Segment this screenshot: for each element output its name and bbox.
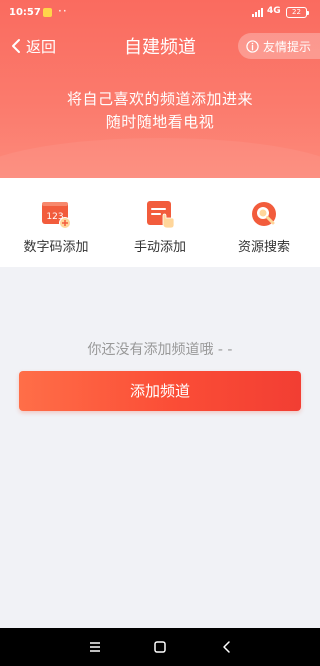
banner-line-1: 将自己喜欢的频道添加进来 xyxy=(66,90,253,108)
empty-state-message: 你还没有添加频道哦 - - xyxy=(87,342,233,358)
banner-line-2: 随时随地看电视 xyxy=(105,113,215,131)
manual-add-icon xyxy=(147,201,175,229)
add-channel-button[interactable]: 添加频道 xyxy=(19,371,301,411)
tips-label: 友情提示 xyxy=(263,39,312,54)
add-options: 123 数字码添加 手动添加 资源搜索 xyxy=(0,178,320,267)
number-code-icon: 123 xyxy=(42,202,71,229)
resource-search-icon xyxy=(252,202,276,226)
signal-icon xyxy=(252,8,263,17)
tips-button[interactable]: 友情提示 xyxy=(238,33,320,59)
more-notifications-icon: ·· xyxy=(58,4,68,18)
option-manual-add[interactable]: 手动添加 xyxy=(126,198,194,267)
option-label: 资源搜索 xyxy=(237,240,290,255)
home-icon[interactable] xyxy=(152,639,168,655)
option-number-code[interactable]: 123 数字码添加 xyxy=(22,198,90,267)
option-resource-search[interactable]: 资源搜索 xyxy=(230,198,298,267)
info-icon xyxy=(246,39,259,53)
header: 10:57 ·· 4G 22 返回 自建频道 友情提示 将自己喜欢的频道添加进来… xyxy=(0,0,320,178)
notification-icon xyxy=(43,8,52,17)
status-time: 10:57 xyxy=(9,7,41,18)
back-label: 返回 xyxy=(26,37,57,56)
option-label: 手动添加 xyxy=(133,240,186,255)
menu-icon[interactable] xyxy=(87,639,103,655)
status-bar: 10:57 ·· 4G 22 xyxy=(0,0,320,26)
network-type: 4G xyxy=(267,6,281,16)
system-navigation-bar xyxy=(0,628,320,666)
battery-icon: 22 xyxy=(286,7,309,18)
nav-bar: 返回 自建频道 友情提示 xyxy=(0,28,320,64)
chevron-left-icon xyxy=(12,39,20,53)
option-label: 数字码添加 xyxy=(23,240,89,255)
back-icon[interactable] xyxy=(219,639,235,655)
back-button[interactable]: 返回 xyxy=(10,36,56,56)
